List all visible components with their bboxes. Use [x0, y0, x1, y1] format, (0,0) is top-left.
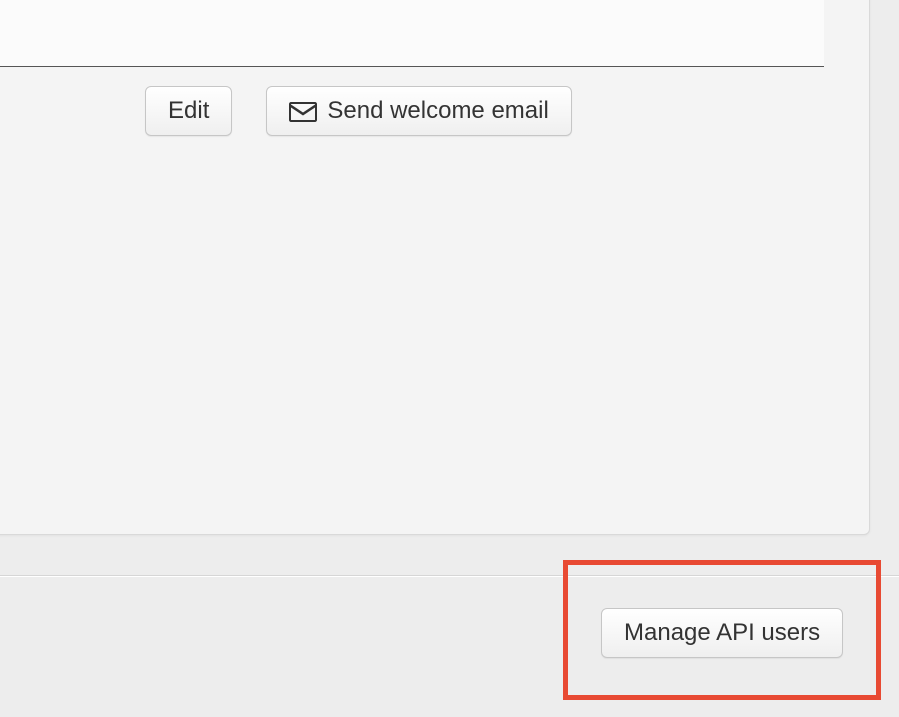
envelope-icon	[289, 101, 317, 121]
panel-header-region	[0, 0, 824, 67]
edit-button[interactable]: Edit	[145, 86, 232, 136]
send-welcome-email-button[interactable]: Send welcome email	[266, 86, 571, 136]
manage-api-users-button[interactable]: Manage API users	[601, 608, 843, 658]
send-welcome-email-label: Send welcome email	[327, 97, 548, 125]
content-panel: Edit Send welcome email	[0, 0, 870, 535]
edit-button-label: Edit	[168, 97, 209, 125]
action-button-row: Edit Send welcome email	[145, 86, 572, 136]
manage-api-users-label: Manage API users	[624, 619, 820, 647]
